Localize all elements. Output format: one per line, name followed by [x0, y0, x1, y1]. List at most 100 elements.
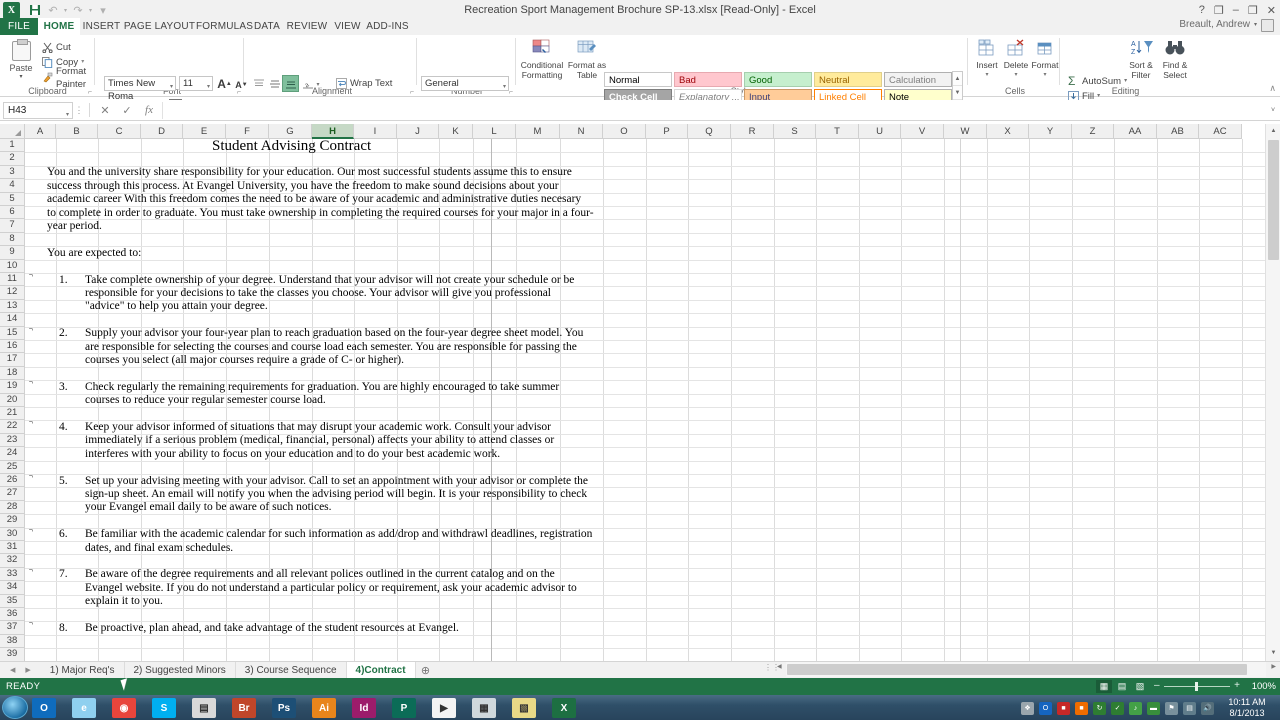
tray-app-orange-icon[interactable]: ■ [1075, 701, 1088, 715]
scroll-left-icon[interactable]: ◀ [777, 663, 782, 670]
previous-sheet-icon[interactable]: ◀ [10, 666, 15, 674]
row-header-17[interactable]: 17 [0, 353, 25, 367]
row-header-4[interactable]: 4 [0, 179, 25, 193]
cell-text[interactable]: 1. [59, 274, 68, 287]
cell-style-calculation[interactable]: Calculation [884, 72, 952, 87]
sheet-tab-2-suggested-minors[interactable]: 2) Suggested Minors [125, 661, 236, 679]
format-painter-button[interactable]: Format Painter [42, 66, 95, 90]
taskbar-skype[interactable]: S [152, 698, 176, 718]
zoom-level[interactable]: 100% [1246, 681, 1276, 692]
row-header-8[interactable]: 8 [0, 232, 25, 247]
vertical-scroll-thumb[interactable] [1268, 140, 1279, 260]
page-break-view-icon[interactable]: ▧ [1132, 680, 1148, 693]
autosum-button[interactable]: Σ AutoSum ▾ [1068, 74, 1127, 89]
account-dropdown-icon[interactable]: ▾ [1254, 16, 1257, 34]
row-header-10[interactable]: 10 [0, 259, 25, 273]
column-header-K[interactable]: K [439, 124, 473, 139]
column-header-AC[interactable]: AC [1199, 124, 1242, 139]
column-header-M[interactable]: M [516, 124, 560, 139]
taskbar-internet-explorer[interactable]: e [72, 698, 96, 718]
ribbon-tab-file[interactable]: FILE [0, 18, 38, 35]
ribbon-tab-insert[interactable]: INSERT [80, 18, 123, 35]
cell-text[interactable]: Check regularly the remaining requiremen… [85, 381, 559, 394]
cell-text[interactable]: explain it to you. [85, 595, 163, 608]
cell-text[interactable]: Be proactive, plan ahead, and take advan… [85, 622, 459, 635]
redo-dropdown-icon[interactable]: ▾ [87, 1, 94, 19]
column-header-L[interactable]: L [473, 124, 516, 139]
align-middle-icon[interactable] [266, 75, 283, 92]
cell-text[interactable]: 2. [59, 327, 68, 340]
column-header-R[interactable]: R [731, 124, 774, 139]
ribbon-tab-review[interactable]: REVIEW [284, 18, 330, 35]
delete-cells-button[interactable]: Delete ▾ [1001, 39, 1031, 85]
cell-text[interactable]: success through this process. At Evangel… [47, 180, 559, 193]
row-header-18[interactable]: 18 [0, 366, 25, 381]
ribbon-display-options-icon[interactable]: ❐ [1214, 4, 1224, 17]
row-header-39[interactable]: 39 [0, 648, 25, 662]
cell-text[interactable]: Student Advising Contract [212, 139, 371, 153]
row-header-12[interactable]: 12 [0, 286, 25, 300]
format-cells-dropdown-icon[interactable]: ▾ [1043, 71, 1046, 81]
row-header-13[interactable]: 13 [0, 299, 25, 314]
row-header-5[interactable]: 5 [0, 192, 25, 206]
align-top-icon[interactable] [250, 75, 267, 92]
taskbar-adobe-photoshop[interactable]: Ps [272, 698, 296, 718]
ribbon-tab-home[interactable]: HOME [38, 18, 80, 35]
clipboard-dialog-launcher[interactable]: ⌐ [88, 89, 92, 96]
taskbar-calculator[interactable]: ▦ [472, 698, 496, 718]
tray-network-icon[interactable]: ▤ [1183, 701, 1196, 715]
cells-area[interactable]: Student Advising Contract You and the uni… [25, 139, 1265, 661]
cell-style-neutral[interactable]: Neutral [814, 72, 882, 87]
font-size-dropdown-icon[interactable]: ▾ [207, 81, 210, 94]
row-header-35[interactable]: 35 [0, 594, 25, 608]
sheet-tab-4-contract[interactable]: 4)Contract [346, 661, 416, 679]
row-header-19[interactable]: 19 [0, 380, 25, 394]
row-header-21[interactable]: 21 [0, 407, 25, 421]
find-select-button[interactable]: Find & Select [1158, 39, 1192, 85]
insert-function-icon[interactable]: fx [138, 102, 160, 119]
cell-text[interactable]: courses to reduce your regular semester … [85, 394, 326, 407]
cell-text[interactable]: courses you select (all major courses re… [85, 354, 404, 367]
cell-text[interactable]: "advice" to help you attain your degree. [85, 300, 268, 313]
column-header-P[interactable]: P [646, 124, 688, 139]
tray-app-green2-icon[interactable]: ✓ [1111, 701, 1124, 715]
column-header-O[interactable]: O [603, 124, 646, 139]
styles-scroll-up-icon[interactable]: ▲ [953, 72, 962, 86]
column-header-V[interactable]: V [901, 124, 944, 139]
ribbon-tab-data[interactable]: DATA [250, 18, 284, 35]
cancel-entry-icon[interactable]: ✕ [94, 102, 116, 119]
undo-dropdown-icon[interactable]: ▾ [62, 1, 69, 19]
column-header-T[interactable]: T [816, 124, 859, 139]
name-box-dropdown-icon[interactable]: ▾ [66, 108, 69, 123]
row-header-31[interactable]: 31 [0, 541, 25, 555]
row-header-7[interactable]: 7 [0, 219, 25, 233]
cell-text[interactable]: year period. [47, 220, 102, 233]
row-header-22[interactable]: 22 [0, 420, 25, 434]
column-header-W[interactable]: W [944, 124, 987, 139]
cell-text[interactable]: sign-up sheet. An email will notify you … [85, 488, 587, 501]
font-name-input[interactable]: Times New Roma ▾ [104, 76, 176, 102]
wrap-text-button[interactable]: Wrap Text [336, 76, 392, 91]
expand-formula-bar-icon[interactable]: ˅ [1266, 102, 1280, 119]
orientation-dropdown-icon[interactable]: ▾ [314, 76, 322, 93]
cell-text[interactable]: Supply your advisor your four-year plan … [85, 327, 583, 340]
sheet-tab-1-major-req-s[interactable]: 1) Major Req's [41, 661, 125, 679]
add-sheet-button[interactable]: ⊕ [416, 662, 436, 679]
conditional-formatting-button[interactable]: Conditional Formatting [519, 39, 565, 85]
sort-filter-button[interactable]: AZ Sort & Filter [1124, 39, 1158, 85]
scroll-down-icon[interactable]: ▼ [1266, 646, 1280, 661]
row-header-1[interactable]: 1 [0, 139, 25, 153]
close-icon[interactable]: ✕ [1267, 4, 1276, 17]
zoom-slider[interactable]: – + [1154, 680, 1240, 693]
number-dialog-launcher[interactable]: ⌐ [509, 89, 513, 96]
insert-cells-button[interactable]: Insert ▾ [972, 39, 1002, 85]
ribbon-tab-formulas[interactable]: FORMULAS [196, 18, 253, 35]
taskbar-outlook[interactable]: O [32, 698, 56, 718]
row-header-15[interactable]: 15 [0, 326, 25, 340]
column-header-B[interactable]: B [56, 124, 98, 139]
confirm-entry-icon[interactable]: ✓ [116, 102, 138, 119]
cell-text[interactable]: immediately if a serious problem (medica… [85, 434, 554, 447]
restore-icon[interactable]: ❐ [1248, 4, 1258, 17]
formula-input[interactable] [162, 101, 1266, 119]
paste-button[interactable]: Paste ▾ [4, 39, 38, 83]
